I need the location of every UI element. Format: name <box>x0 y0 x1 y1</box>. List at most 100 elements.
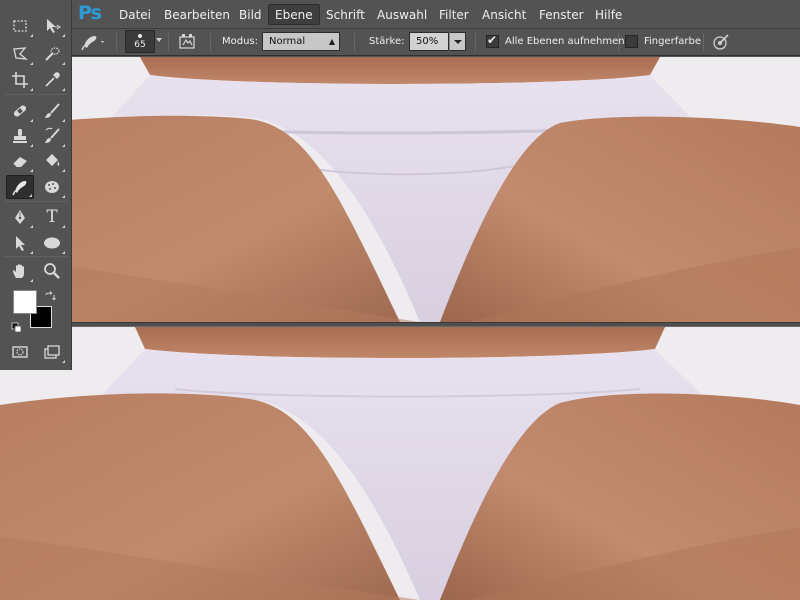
menu-schrift[interactable]: Schrift <box>326 7 365 23</box>
tool-paint-bucket[interactable] <box>38 149 66 173</box>
swap-arrows-icon <box>45 291 56 301</box>
menu-datei[interactable]: Datei <box>119 7 151 23</box>
tool-group-corner <box>62 88 65 91</box>
tool-hand[interactable] <box>6 259 34 283</box>
strength-slider-toggle[interactable] <box>449 32 466 51</box>
tool-pen[interactable] <box>6 205 34 229</box>
tool-group-corner <box>30 34 33 37</box>
pen-pressure-icon <box>713 34 729 50</box>
options-separator <box>354 33 355 52</box>
menu-auswahl[interactable]: Auswahl <box>377 7 427 23</box>
brush-panel-icon <box>179 34 195 49</box>
brush-size-picker[interactable]: 65 <box>125 30 155 53</box>
tool-polygonal-lasso[interactable] <box>6 42 34 66</box>
hand-icon <box>13 264 24 278</box>
crop-icon <box>12 72 28 88</box>
brush-size-value: 65 <box>134 40 146 50</box>
photo-image-before <box>0 57 800 322</box>
clone-stamp-icon <box>13 129 27 143</box>
brush-tip-dot <box>138 34 142 38</box>
mode-select[interactable]: Normal ▲ <box>262 32 340 51</box>
smudge-preset-icon <box>81 36 104 51</box>
tool-group-corner <box>30 225 33 228</box>
smudge-icon <box>12 181 27 196</box>
photo-image-after <box>0 327 800 600</box>
default-colors-button[interactable] <box>11 319 23 333</box>
tool-group-corner <box>30 88 33 91</box>
strength-label: Stärke: <box>369 36 405 47</box>
options-separator <box>618 33 619 52</box>
strength-value: 50% <box>416 36 439 47</box>
tool-group-corner <box>30 62 33 65</box>
path-selection-icon <box>16 236 25 251</box>
tool-move[interactable] <box>38 14 66 38</box>
tool-eraser[interactable] <box>6 149 34 173</box>
tool-type[interactable]: T <box>38 205 66 229</box>
tool-group-corner <box>30 169 33 172</box>
tool-zoom[interactable] <box>38 259 66 283</box>
tool-eyedropper[interactable] <box>38 68 66 92</box>
menu-hilfe[interactable]: Hilfe <box>595 7 622 23</box>
photoshop-logo: Ps <box>78 2 102 24</box>
tool-rectangular-marquee[interactable] <box>6 14 34 38</box>
tool-group-corner <box>62 34 65 37</box>
tool-group-corner <box>62 119 65 122</box>
brush-size-dropdown-arrow[interactable] <box>156 38 162 42</box>
type-icon: T <box>46 207 58 227</box>
tool-ellipse[interactable] <box>38 231 66 255</box>
menu-ebene[interactable]: Ebene <box>268 4 320 25</box>
tool-group-corner <box>62 62 65 65</box>
ellipse-icon <box>44 237 60 249</box>
document-canvas[interactable] <box>0 57 800 600</box>
toolbar-separator <box>4 94 68 95</box>
tool-smudge[interactable] <box>6 175 34 199</box>
tool-path-selection[interactable] <box>6 231 34 255</box>
tool-clone-stamp[interactable] <box>6 124 34 148</box>
brush-panel-toggle[interactable] <box>178 33 196 51</box>
tool-group-corner <box>29 194 32 197</box>
foreground-color-swatch[interactable] <box>13 290 37 314</box>
tool-preset-picker[interactable] <box>80 32 108 52</box>
menu-bar: Ps Datei Bearbeiten Bild Ebene Schrift A… <box>0 0 800 29</box>
menu-fenster[interactable]: Fenster <box>539 7 584 23</box>
finger-painting-label: Fingerfarbe <box>644 36 702 47</box>
pressure-strength-toggle[interactable] <box>712 33 730 51</box>
finger-painting-checkbox[interactable] <box>625 35 638 48</box>
strength-input[interactable]: 50% <box>409 32 449 51</box>
tool-quick-mask[interactable] <box>6 340 34 364</box>
quick-selection-icon <box>45 47 60 61</box>
tool-history-brush[interactable] <box>38 124 66 148</box>
tool-group-corner <box>62 251 65 254</box>
menu-bild[interactable]: Bild <box>239 7 262 23</box>
tool-quick-selection[interactable] <box>38 42 66 66</box>
menu-filter[interactable]: Filter <box>439 7 469 23</box>
tool-group-corner <box>62 169 65 172</box>
quick-mask-icon <box>12 346 28 358</box>
photo-before[interactable] <box>0 57 800 322</box>
mode-value: Normal <box>269 36 306 47</box>
tool-healing-brush[interactable] <box>6 99 34 123</box>
rectangular-marquee-icon <box>13 20 27 32</box>
options-separator <box>168 33 169 52</box>
tool-brush[interactable] <box>38 99 66 123</box>
photo-after[interactable] <box>0 327 800 600</box>
tool-crop[interactable] <box>6 68 34 92</box>
menu-ansicht[interactable]: Ansicht <box>482 7 526 23</box>
menu-bearbeiten[interactable]: Bearbeiten <box>164 7 230 23</box>
screen-mode-icon <box>44 345 60 359</box>
options-separator <box>703 33 704 52</box>
tool-group-corner <box>30 251 33 254</box>
options-separator <box>210 33 211 52</box>
polygonal-lasso-icon <box>13 47 29 60</box>
tool-screen-mode[interactable] <box>38 340 66 364</box>
eraser-icon <box>12 157 27 168</box>
tool-sponge[interactable] <box>38 175 66 199</box>
mode-label: Modus: <box>222 36 259 47</box>
tool-group-corner <box>62 144 65 147</box>
tool-group-corner <box>30 279 33 282</box>
options-separator <box>116 33 117 52</box>
sample-all-layers-checkbox[interactable] <box>486 33 499 48</box>
swap-colors-button[interactable] <box>44 288 56 301</box>
tool-group-corner <box>62 225 65 228</box>
tool-group-corner <box>30 144 33 147</box>
